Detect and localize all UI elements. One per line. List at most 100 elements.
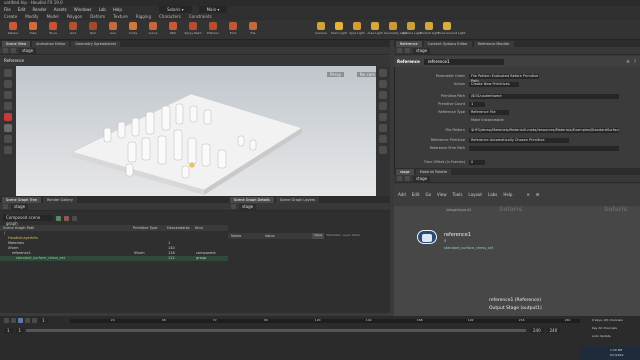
gear-icon[interactable]: ⚙	[536, 192, 540, 197]
light-icon[interactable]	[4, 113, 12, 121]
forward-icon[interactable]	[11, 48, 16, 53]
param-order-menu[interactable]: File Pattern Evaluated Before Primitive …	[469, 74, 539, 83]
shelf-tool-path[interactable]: Path	[164, 22, 182, 38]
auto-update-menu[interactable]: Auto Update	[592, 334, 611, 338]
net-menu-view[interactable]: View	[437, 192, 447, 197]
make-instanceable-checkbox[interactable]: Make Instanceable	[469, 118, 509, 123]
shelf-tab-characters[interactable]: Characters	[159, 14, 181, 19]
3d-viewport[interactable]: Persp No cam	[16, 66, 388, 196]
reference-type-menu[interactable]: Reference File	[469, 110, 509, 115]
menu-assets[interactable]: Assets	[54, 6, 67, 13]
step-back-icon[interactable]	[11, 318, 16, 323]
shelf-tab-rigging[interactable]: Rigging	[136, 14, 151, 19]
grid-icon[interactable]	[379, 80, 387, 88]
context-selector[interactable]: Main ▾	[198, 6, 228, 13]
handle-icon[interactable]	[4, 146, 12, 154]
camera-icon[interactable]	[4, 124, 12, 132]
reference-prim-path-field[interactable]	[469, 146, 619, 151]
reference-node[interactable]	[417, 230, 437, 244]
shelf-tab-constraints[interactable]: Constraints	[189, 14, 212, 19]
menu-render[interactable]: Render	[32, 6, 46, 13]
range-end-field-2[interactable]: 240	[546, 328, 561, 333]
network-path[interactable]: stage	[413, 175, 431, 182]
shelf-tool-font[interactable]: Font	[224, 22, 242, 38]
file-pattern-field[interactable]: $HFS/demo/Materials/MaterialX-meta/resou…	[469, 128, 619, 133]
back-icon[interactable]	[397, 176, 402, 181]
param-path[interactable]: stage	[413, 47, 431, 54]
help-icon[interactable]: ?	[634, 59, 640, 64]
scale-icon[interactable]	[4, 102, 12, 110]
filter-icon[interactable]	[72, 215, 77, 221]
lights-icon[interactable]	[379, 124, 387, 132]
add-prim-icon[interactable]	[56, 215, 61, 221]
scene-filter-menu[interactable]: Composed scene graph	[3, 215, 53, 226]
shadows-icon[interactable]	[379, 135, 387, 143]
param-action-menu[interactable]: Create New Primitives	[469, 82, 519, 87]
back-icon[interactable]	[231, 204, 236, 209]
forward-icon[interactable]	[405, 48, 410, 53]
remove-prim-icon[interactable]	[64, 215, 69, 221]
shelf-tool-tube[interactable]: Tube	[24, 22, 42, 38]
scene-tree-path[interactable]: stage	[11, 203, 29, 210]
range-end-field[interactable]: 240	[530, 328, 544, 333]
net-menu-edit[interactable]: Edit	[412, 192, 420, 197]
shelf-tab-texture[interactable]: Texture	[113, 14, 128, 19]
tab-value[interactable]: Value	[312, 233, 325, 239]
play-icon[interactable]	[18, 318, 23, 323]
range-start-field[interactable]: 1	[4, 328, 13, 333]
back-icon[interactable]	[3, 48, 8, 53]
light-tool-distant-light[interactable]: Distant Light	[420, 22, 439, 38]
tab-metadata[interactable]: Metadata	[326, 233, 340, 239]
back-icon[interactable]	[397, 48, 402, 53]
shelf-tab-modify[interactable]: Modify	[25, 14, 38, 19]
shelf-tab-polygon[interactable]: Polygon	[67, 14, 83, 19]
shelf-tab-create[interactable]: Create	[4, 14, 17, 19]
menu-edit[interactable]: Edit	[18, 6, 26, 13]
rewind-icon[interactable]	[4, 318, 9, 323]
shelf-tab-model[interactable]: Model	[47, 14, 59, 19]
shading-icon[interactable]	[379, 91, 387, 99]
shelf-tool-sphere[interactable]: Sphere	[4, 22, 22, 38]
rotate-icon[interactable]	[4, 91, 12, 99]
move-icon[interactable]	[4, 80, 12, 88]
node-name-field[interactable]: reference1	[423, 58, 504, 65]
light-tool-camera[interactable]: Camera	[312, 22, 330, 38]
current-frame-field[interactable]: 1	[39, 318, 48, 323]
light-tool-area-light[interactable]: Area Light	[366, 22, 384, 38]
menu-windows[interactable]: Windows	[74, 6, 92, 13]
net-menu-add[interactable]: Add	[398, 192, 406, 197]
primitive-path-field[interactable]: /$OS/usdrefname	[469, 94, 619, 99]
forward-icon[interactable]	[405, 176, 410, 181]
desktop-selector[interactable]: Solaris ▾	[158, 6, 192, 13]
net-menu-go[interactable]: Go	[426, 192, 432, 197]
scene-detail-path[interactable]: stage	[239, 203, 257, 210]
timeline-track[interactable]: 24 48 72 96 120 144 168 192 216 240	[70, 318, 580, 323]
menu-help[interactable]: Help	[113, 6, 122, 13]
net-menu-help[interactable]: Help	[503, 192, 512, 197]
light-tool-volume-light[interactable]: Volume Light	[402, 22, 422, 38]
range-slider[interactable]	[26, 329, 526, 332]
menu-lab[interactable]: Lab	[99, 6, 106, 13]
shelf-tool-null[interactable]: Null	[84, 22, 102, 38]
shelf-tab-deform[interactable]: Deform	[90, 14, 105, 19]
light-tool-geometry-light[interactable]: Geometry Light	[384, 22, 407, 38]
shelf-tool-platonic[interactable]: Platonic	[204, 22, 222, 38]
shelf-tool-torus[interactable]: Torus	[44, 22, 62, 38]
visibility-icon[interactable]	[379, 113, 387, 121]
wrench-icon[interactable]: ✕	[526, 192, 529, 197]
time-offset-field[interactable]: 0	[469, 160, 485, 165]
shelf-tool-line[interactable]: Line	[104, 22, 122, 38]
light-tool-spot-light[interactable]: Spot Light	[348, 22, 366, 38]
render-icon[interactable]	[379, 146, 387, 154]
light-tool-point-light[interactable]: Point Light	[330, 22, 348, 38]
display-options-icon[interactable]	[379, 69, 387, 77]
tree-row-selected[interactable]: standard_surface_chess_set 112 group	[0, 256, 228, 261]
shelf-tool-file[interactable]: File	[244, 22, 262, 38]
select-icon[interactable]	[4, 69, 12, 77]
gear-icon[interactable]: ⚙	[626, 59, 630, 64]
range-start-field-2[interactable]: 1	[15, 328, 25, 333]
light-tool-environment-light[interactable]: Environment Light	[438, 22, 466, 38]
net-menu-layout[interactable]: Layout	[468, 192, 482, 197]
tab-layer-stack[interactable]: Layer Stack	[342, 233, 360, 239]
shelf-tool-spray-paint[interactable]: Spray Paint	[184, 22, 202, 38]
